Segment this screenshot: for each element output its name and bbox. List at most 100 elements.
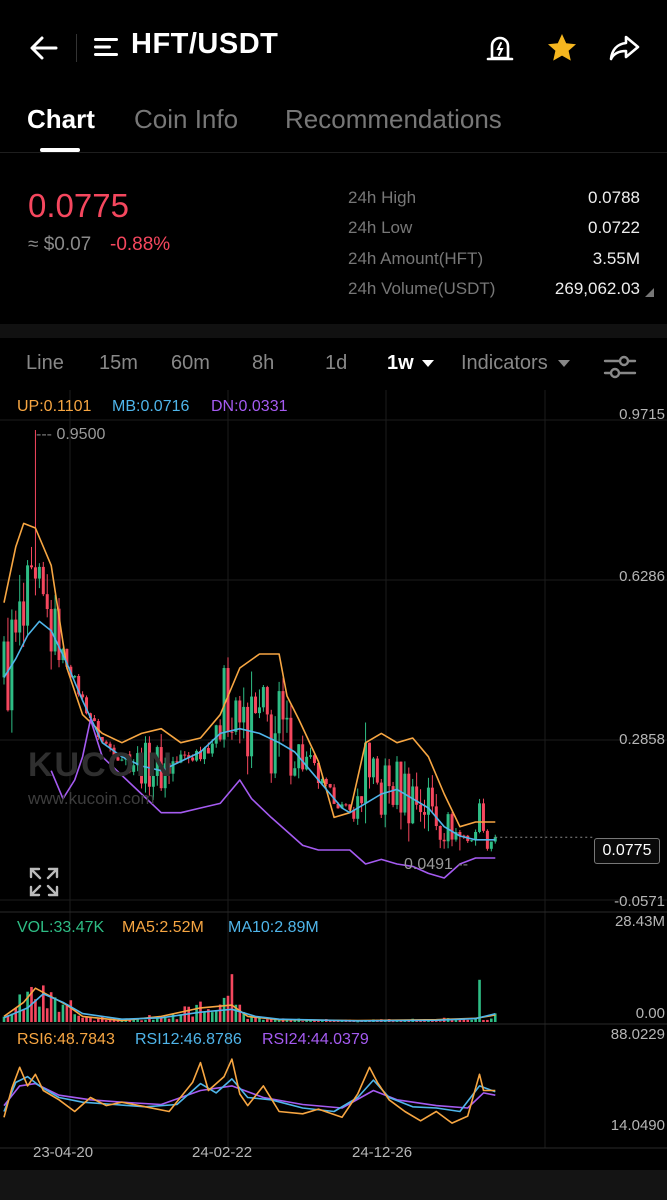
volume-bar [191,1016,194,1022]
price-alert-icon[interactable] [482,30,518,66]
volume-bar [246,1018,249,1022]
stat-label-low: 24h Low [348,218,413,237]
timeframe-15m[interactable]: 15m [99,352,138,375]
candle-body [281,691,285,720]
stat-value-high: 0.0788 [588,188,640,207]
volume-bar [317,1020,320,1022]
menu-icon[interactable] [94,36,118,58]
tab-recommendations[interactable]: Recommendations [285,104,502,135]
candle-body [360,796,364,804]
candle-body [371,758,375,778]
timeframe-1d[interactable]: 1d [325,352,347,375]
legend-rsi6: RSI6:48.7843 [17,1031,115,1048]
candle-body [387,765,391,787]
candle-body [14,619,18,633]
candle-body [450,814,454,840]
volume-bar [22,1009,25,1022]
candle-body [195,750,199,761]
stat-value-low: 0.0722 [588,218,640,237]
volume-bar [89,1017,92,1022]
candle-body [419,804,423,813]
volume-bar [458,1019,462,1022]
candle-body [53,608,57,652]
candle-body [269,714,273,774]
volume-bar [262,1019,265,1022]
rsi-layer [3,1058,496,1124]
volume-bar [104,1019,108,1022]
stat-value-volume: 269,062.03 [554,279,640,298]
volume-bar [238,1004,242,1022]
volume-bar [486,1019,489,1022]
candle-body [391,786,395,805]
back-arrow-icon[interactable] [26,30,62,66]
candle-body [332,787,336,804]
candle-body [285,717,289,720]
candle-body [257,707,261,714]
candle-body [41,566,45,595]
current-price-tag[interactable]: 0.0775 [594,838,660,864]
volume-bar [18,994,22,1022]
volume-bar [140,1020,143,1022]
tab-bar: Chart Coin Info Recommendations [0,96,667,152]
volume-bar [269,1019,273,1022]
volume-bar [14,1008,18,1022]
indicators-dropdown[interactable]: Indicators [461,352,571,375]
legend-vol: VOL:33.47K [17,919,105,936]
candle-body [242,706,246,723]
candle-body [383,765,387,815]
tab-chart[interactable]: Chart [27,104,95,135]
candle-body [6,641,10,711]
volume-bar [152,1019,155,1022]
volume-bar [466,1019,470,1022]
candle-body [214,725,218,744]
candle-body [367,742,371,778]
candle-body [489,841,493,849]
candle-body [22,601,26,626]
candle-body [375,758,379,783]
candle-body [309,755,313,757]
candle-body [191,757,195,761]
bollinger-layer [3,522,496,879]
rsi-axis-tick: 88.0229 [610,1026,665,1043]
chart-settings-icon[interactable] [603,352,637,382]
candle-body [92,718,96,722]
candle-body [481,803,485,831]
candle-body [45,594,49,610]
volume-bar [482,1020,485,1022]
volume-bar [73,1014,77,1022]
date-axis-tick: 23-04-20 [33,1144,94,1161]
timeframe-8h[interactable]: 8h [252,352,274,375]
volume-bar [93,1020,96,1022]
volume-bar [42,985,45,1022]
candle-body [423,812,427,815]
volume-bar [266,1019,269,1022]
volume-bar [97,1018,100,1022]
volume-bar [435,1021,438,1022]
volume-bar [69,1000,73,1022]
share-icon[interactable] [606,30,642,66]
favorite-star-icon[interactable] [544,30,580,66]
legend-ma5: MA5:2.52M [122,919,204,936]
candle-body [261,687,265,708]
volume-bar [230,974,234,1022]
volume-layer [2,974,497,1023]
low-price-marker: 0.0491 -- [404,856,469,873]
timeframe-1w[interactable]: 1w [387,352,435,375]
price-axis-tick: 0.6286 [619,568,665,585]
tab-coin-info[interactable]: Coin Info [134,104,238,135]
candle-body [254,696,258,714]
trading-pair-title[interactable]: HFT/USDT [131,28,278,61]
timeframe-line[interactable]: Line [26,352,64,375]
candle-body [379,782,383,815]
timeframe-60m[interactable]: 60m [171,352,210,375]
legend-boll-up: UP:0.1101 [17,398,92,415]
usd-price: ≈ $0.07 [28,234,92,255]
candle-body [210,743,214,754]
volume-bar [214,1010,218,1022]
legend-ma10: MA10:2.89M [228,919,319,936]
price-axis-tick: 0.9715 [619,406,665,423]
expand-fullscreen-icon[interactable] [28,866,60,898]
candle-body [33,567,37,579]
stat-label-high: 24h High [348,188,417,207]
candle-body [289,717,293,776]
